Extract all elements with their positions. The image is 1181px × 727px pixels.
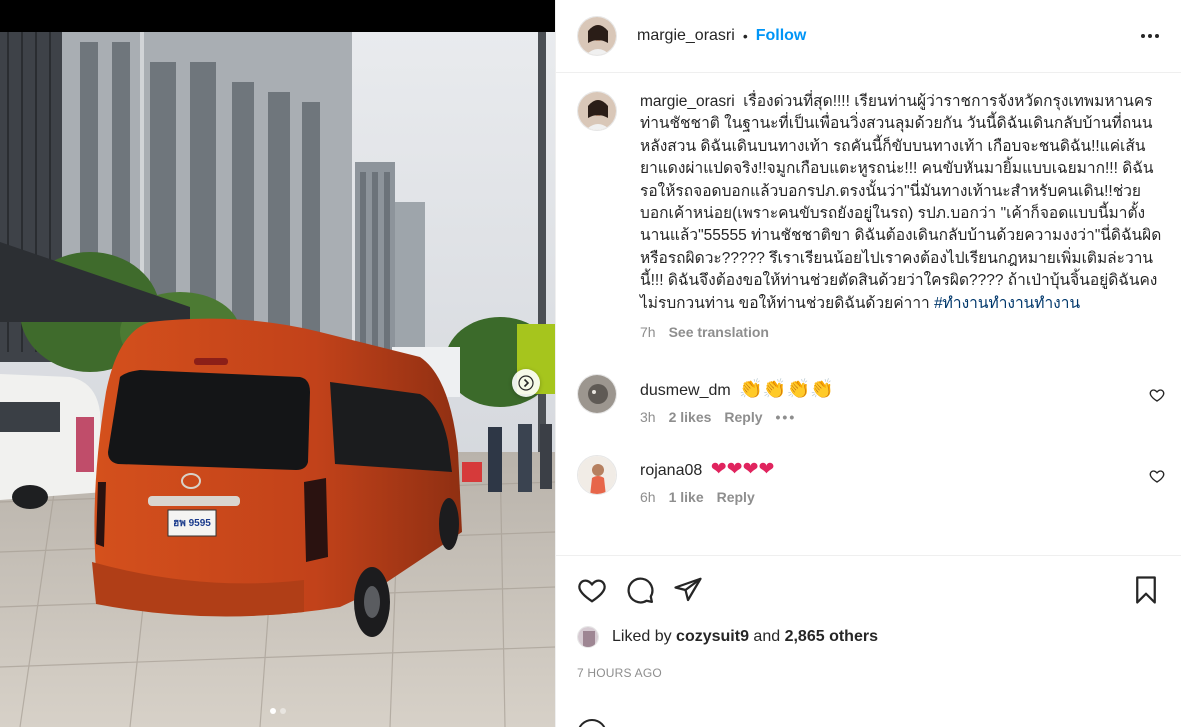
hashtag-link[interactable]: #ทำงานทำงานทำงาน (934, 295, 1080, 312)
post-panel: margie_orasri • Follow margie_orasri เรื… (555, 0, 1181, 727)
comment-item: dusmew_dm 👏👏👏👏 3h 2 likes Reply ••• (577, 374, 1165, 425)
heart-icon[interactable] (577, 575, 607, 605)
license-plate: ฮพ 9595 (173, 518, 211, 529)
post-media: ฮพ 9595 (0, 0, 555, 727)
see-translation-button[interactable]: See translation (669, 324, 769, 340)
slide-dot (269, 708, 276, 714)
comment-username[interactable]: dusmew_dm (640, 382, 731, 399)
comment-meta: 6h 1 like Reply (640, 489, 1141, 505)
avatar[interactable] (577, 374, 617, 415)
more-horizontal-icon (1141, 34, 1145, 38)
comment-text: 👏👏👏👏 (739, 378, 834, 401)
liked-by: Liked by cozysuit9 and 2,865 others (577, 626, 878, 648)
slide-indicator (0, 708, 555, 714)
action-bar (577, 575, 1161, 605)
reply-button[interactable]: Reply (724, 409, 762, 425)
slide-dot (279, 708, 286, 714)
caption-meta: 7h See translation (640, 324, 1165, 340)
comment-likes[interactable]: 1 like (669, 489, 704, 505)
caption-body: เรื่องด่วนที่สุด!!!! เรียนท่านผู้ว่าราชก… (640, 93, 1162, 312)
comment-time: 6h (640, 489, 656, 506)
paper-plane-icon[interactable] (673, 575, 703, 605)
caption-time: 7h (640, 324, 656, 341)
next-slide-button[interactable] (512, 369, 540, 397)
comment-icon[interactable] (625, 575, 655, 605)
bookmark-icon[interactable] (1131, 575, 1161, 605)
chevron-right-icon (518, 375, 534, 391)
reply-button[interactable]: Reply (717, 489, 755, 505)
heart-icon[interactable] (1149, 468, 1165, 484)
comment-options-button[interactable]: ••• (776, 409, 797, 425)
heart-icon[interactable] (1149, 387, 1165, 403)
avatar[interactable] (577, 91, 617, 131)
liked-by-prefix: Liked by (612, 628, 672, 645)
liked-by-others[interactable]: 2,865 others (785, 628, 878, 646)
avatar[interactable] (577, 455, 617, 496)
caption-text: margie_orasri เรื่องด่วนที่สุด!!!! เรียน… (640, 91, 1165, 315)
comments-list: margie_orasri เรื่องด่วนที่สุด!!!! เรียน… (556, 73, 1181, 556)
post-photo: ฮพ 9595 (0, 32, 555, 727)
comment-username[interactable]: rojana08 (640, 462, 702, 479)
comment-meta: 3h 2 likes Reply ••• (640, 409, 1141, 425)
avatar[interactable] (577, 16, 617, 56)
liked-by-and: and (753, 628, 781, 645)
liked-by-username[interactable]: cozysuit9 (676, 628, 749, 646)
post-author-username[interactable]: margie_orasri (637, 27, 735, 45)
more-options-button[interactable] (1135, 24, 1165, 48)
caption-username[interactable]: margie_orasri (640, 93, 735, 110)
caption: margie_orasri เรื่องด่วนที่สุด!!!! เรียน… (577, 91, 1165, 340)
post-header: margie_orasri • Follow (556, 0, 1181, 73)
follow-button[interactable]: Follow (756, 27, 807, 45)
emoji-icon[interactable] (577, 719, 607, 727)
post-timestamp: 7 HOURS AGO (577, 666, 662, 680)
comment-time: 3h (640, 409, 656, 426)
comment-item: rojana08 ❤❤❤❤ 6h 1 like Reply (577, 455, 1165, 505)
avatar[interactable] (577, 626, 599, 648)
comment-text: ❤❤❤❤ (710, 458, 775, 481)
comment-likes[interactable]: 2 likes (669, 409, 712, 425)
separator-dot: • (742, 28, 748, 44)
